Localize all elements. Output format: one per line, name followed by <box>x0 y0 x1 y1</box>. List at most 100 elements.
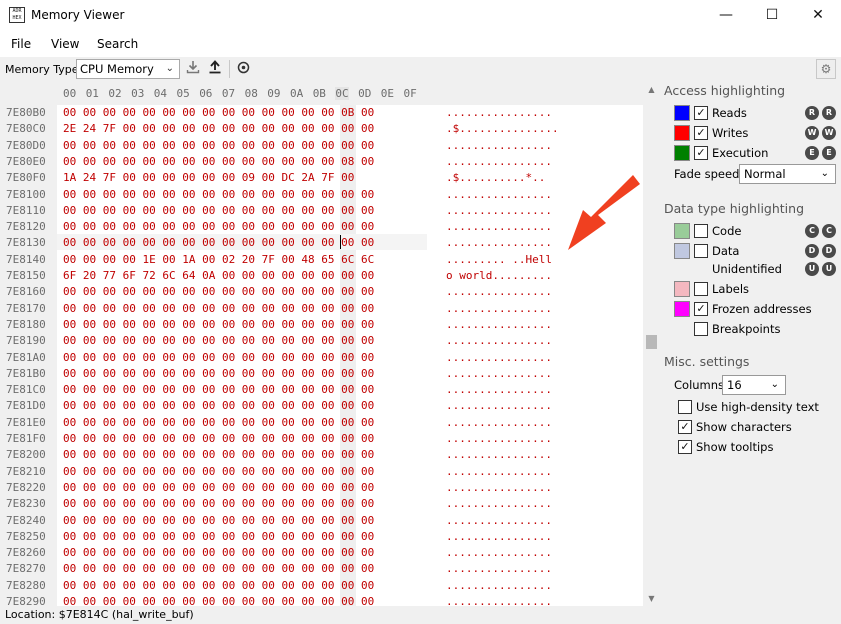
labels-color-swatch[interactable] <box>674 281 690 297</box>
hex-row[interactable]: 7E8200 00 00 00 00 00 00 00 00 00 00 00 0… <box>0 447 643 463</box>
data-color-swatch[interactable] <box>674 243 690 259</box>
row-bytes[interactable]: 00 00 00 00 00 00 00 00 00 00 00 00 00 0… <box>63 138 374 154</box>
frozen-color-swatch[interactable] <box>674 301 690 317</box>
fade-speed-select[interactable]: Normal ⌄ <box>739 164 836 184</box>
refresh-icon[interactable] <box>234 60 252 78</box>
row-characters[interactable]: ................ <box>446 235 552 251</box>
hex-row[interactable]: 7E80C0 2E 24 7F 00 00 00 00 00 00 00 00 0… <box>0 121 643 137</box>
hex-row[interactable]: 7E8130 00 00 00 00 00 00 00 00 00 00 00 0… <box>0 235 643 251</box>
row-bytes[interactable]: 00 00 00 00 00 00 00 00 00 00 00 00 00 0… <box>63 187 374 203</box>
hex-row[interactable]: 7E8260 00 00 00 00 00 00 00 00 00 00 00 0… <box>0 545 643 561</box>
hex-row[interactable]: 7E81D0 00 00 00 00 00 00 00 00 00 00 00 0… <box>0 398 643 414</box>
row-bytes[interactable]: 00 00 00 00 00 00 00 00 00 00 00 00 00 0… <box>63 513 374 529</box>
hex-row[interactable]: 7E8280 00 00 00 00 00 00 00 00 00 00 00 0… <box>0 578 643 594</box>
hex-row[interactable]: 7E8110 00 00 00 00 00 00 00 00 00 00 00 0… <box>0 203 643 219</box>
row-characters[interactable]: ................ <box>446 480 552 496</box>
minimize-button[interactable]: — <box>703 0 749 31</box>
row-characters[interactable]: o world......... <box>446 268 552 284</box>
data-checkbox[interactable] <box>694 244 708 258</box>
row-bytes[interactable]: 00 00 00 00 00 00 00 00 00 00 00 00 00 0… <box>63 382 374 398</box>
row-characters[interactable]: ................ <box>446 333 552 349</box>
writes-checkbox[interactable]: ✓ <box>694 126 708 140</box>
frozen-checkbox[interactable]: ✓ <box>694 302 708 316</box>
labels-checkbox[interactable] <box>694 282 708 296</box>
row-characters[interactable]: ................ <box>446 317 552 333</box>
hex-row[interactable]: 7E8100 00 00 00 00 00 00 00 00 00 00 00 0… <box>0 187 643 203</box>
row-bytes[interactable]: 00 00 00 00 00 00 00 00 00 00 00 00 00 0… <box>63 203 374 219</box>
high-density-checkbox[interactable] <box>678 400 692 414</box>
hex-row[interactable]: 7E8120 00 00 00 00 00 00 00 00 00 00 00 0… <box>0 219 643 235</box>
row-bytes[interactable]: 2E 24 7F 00 00 00 00 00 00 00 00 00 00 0… <box>63 121 374 137</box>
hex-row[interactable]: 7E81F0 00 00 00 00 00 00 00 00 00 00 00 0… <box>0 431 643 447</box>
row-characters[interactable]: ................ <box>446 382 552 398</box>
download-icon[interactable] <box>184 60 202 78</box>
row-bytes[interactable]: 00 00 00 00 00 00 00 00 00 00 00 00 00 0… <box>63 431 374 447</box>
execution-color-swatch[interactable] <box>674 145 690 161</box>
row-characters[interactable]: ................ <box>446 301 552 317</box>
breakpoints-checkbox[interactable] <box>694 322 708 336</box>
reads-checkbox[interactable]: ✓ <box>694 106 708 120</box>
memory-type-select[interactable]: CPU Memory ⌄ <box>76 59 180 79</box>
row-bytes[interactable]: 00 00 00 00 00 00 00 00 00 00 00 00 00 0… <box>63 219 374 235</box>
hex-row[interactable]: 7E8230 00 00 00 00 00 00 00 00 00 00 00 0… <box>0 496 643 512</box>
row-characters[interactable]: ................ <box>446 350 552 366</box>
row-characters[interactable]: ................ <box>446 219 552 235</box>
row-characters[interactable]: ................ <box>446 561 552 577</box>
row-characters[interactable]: ................ <box>446 138 552 154</box>
row-characters[interactable]: .$............... <box>446 121 559 137</box>
code-color-swatch[interactable] <box>674 223 690 239</box>
vertical-scrollbar[interactable]: ▲ ▼ <box>643 83 660 606</box>
row-characters[interactable]: ................ <box>446 447 552 463</box>
row-characters[interactable]: ................ <box>446 203 552 219</box>
row-characters[interactable]: ................ <box>446 464 552 480</box>
menu-view[interactable]: View <box>51 37 79 51</box>
row-characters[interactable]: ................ <box>446 578 552 594</box>
hex-row[interactable]: 7E81C0 00 00 00 00 00 00 00 00 00 00 00 0… <box>0 382 643 398</box>
hex-row[interactable]: 7E80F0 1A 24 7F 00 00 00 00 00 00 09 00 D… <box>0 170 643 186</box>
hex-row[interactable]: 7E8270 00 00 00 00 00 00 00 00 00 00 00 0… <box>0 561 643 577</box>
row-bytes[interactable]: 00 00 00 00 00 00 00 00 00 00 00 00 00 0… <box>63 105 374 121</box>
row-characters[interactable]: ................ <box>446 415 552 431</box>
row-bytes[interactable]: 00 00 00 00 00 00 00 00 00 00 00 00 00 0… <box>63 398 374 414</box>
menu-search[interactable]: Search <box>97 37 138 51</box>
row-characters[interactable]: ................ <box>446 529 552 545</box>
row-bytes[interactable]: 00 00 00 00 00 00 00 00 00 00 00 00 00 0… <box>63 235 374 251</box>
row-characters[interactable]: ................ <box>446 366 552 382</box>
row-characters[interactable]: ................ <box>446 545 552 561</box>
row-bytes[interactable]: 00 00 00 00 1E 00 1A 00 02 20 7F 00 48 6… <box>63 252 374 268</box>
row-characters[interactable]: ......... ..Hell <box>446 252 552 268</box>
row-bytes[interactable]: 00 00 00 00 00 00 00 00 00 00 00 00 00 0… <box>63 496 374 512</box>
row-bytes[interactable]: 00 00 00 00 00 00 00 00 00 00 00 00 00 0… <box>63 545 374 561</box>
row-bytes[interactable]: 6F 20 77 6F 72 6C 64 0A 00 00 00 00 00 0… <box>63 268 374 284</box>
row-bytes[interactable]: 00 00 00 00 00 00 00 00 00 00 00 00 00 0… <box>63 464 374 480</box>
row-characters[interactable]: ................ <box>446 187 552 203</box>
hex-row[interactable]: 7E8180 00 00 00 00 00 00 00 00 00 00 00 0… <box>0 317 643 333</box>
execution-checkbox[interactable]: ✓ <box>694 146 708 160</box>
close-button[interactable]: ✕ <box>795 0 841 31</box>
row-characters[interactable]: .$..........*.. <box>446 170 545 186</box>
row-characters[interactable]: ................ <box>446 398 552 414</box>
row-characters[interactable]: ................ <box>446 513 552 529</box>
hex-row[interactable]: 7E8170 00 00 00 00 00 00 00 00 00 00 00 0… <box>0 301 643 317</box>
row-bytes[interactable]: 00 00 00 00 00 00 00 00 00 00 00 00 00 0… <box>63 529 374 545</box>
hex-row[interactable]: 7E8190 00 00 00 00 00 00 00 00 00 00 00 0… <box>0 333 643 349</box>
hex-row[interactable]: 7E8160 00 00 00 00 00 00 00 00 00 00 00 0… <box>0 284 643 300</box>
show-tooltips-checkbox[interactable]: ✓ <box>678 440 692 454</box>
code-checkbox[interactable] <box>694 224 708 238</box>
hex-row[interactable]: 7E81A0 00 00 00 00 00 00 00 00 00 00 00 0… <box>0 350 643 366</box>
row-bytes[interactable]: 00 00 00 00 00 00 00 00 00 00 00 00 00 0… <box>63 333 374 349</box>
row-characters[interactable]: ................ <box>446 105 552 121</box>
row-bytes[interactable]: 00 00 00 00 00 00 00 00 00 00 00 00 00 0… <box>63 447 374 463</box>
hex-row[interactable]: 7E8240 00 00 00 00 00 00 00 00 00 00 00 0… <box>0 513 643 529</box>
row-bytes[interactable]: 00 00 00 00 00 00 00 00 00 00 00 00 00 0… <box>63 480 374 496</box>
scroll-up-icon[interactable]: ▲ <box>643 83 660 97</box>
scroll-down-icon[interactable]: ▼ <box>643 592 660 606</box>
columns-select[interactable]: 16 ⌄ <box>722 375 786 395</box>
hex-row[interactable]: 7E81B0 00 00 00 00 00 00 00 00 00 00 00 0… <box>0 366 643 382</box>
row-bytes[interactable]: 00 00 00 00 00 00 00 00 00 00 00 00 00 0… <box>63 350 374 366</box>
scroll-thumb[interactable] <box>646 335 657 349</box>
hex-row[interactable]: 7E8150 6F 20 77 6F 72 6C 64 0A 00 00 00 0… <box>0 268 643 284</box>
row-characters[interactable]: ................ <box>446 154 552 170</box>
row-characters[interactable]: ................ <box>446 496 552 512</box>
row-bytes[interactable]: 00 00 00 00 00 00 00 00 00 00 00 00 00 0… <box>63 301 374 317</box>
